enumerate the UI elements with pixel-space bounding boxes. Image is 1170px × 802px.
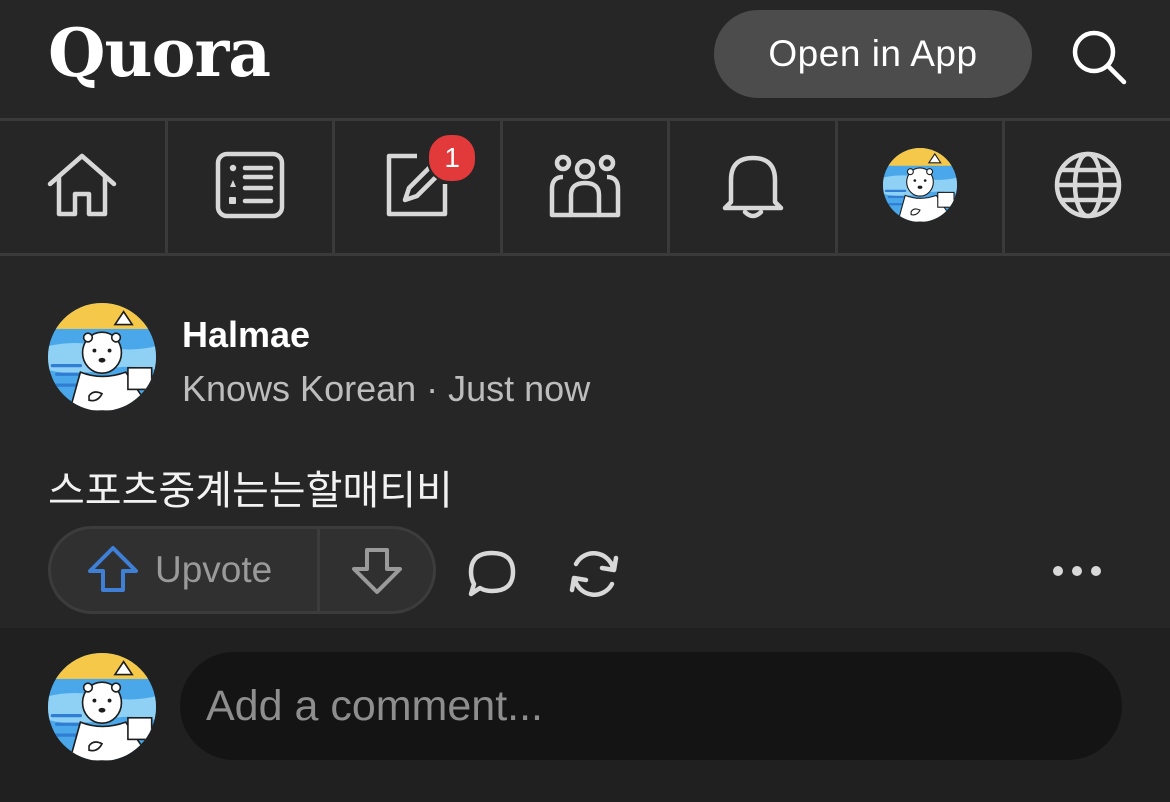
tab-following[interactable] bbox=[168, 121, 336, 253]
comment-composer bbox=[0, 628, 1170, 802]
notification-badge: 1 bbox=[427, 133, 478, 183]
downvote-arrow-icon bbox=[351, 547, 403, 600]
globe-icon bbox=[1053, 150, 1123, 225]
home-icon bbox=[45, 152, 119, 223]
search-icon[interactable] bbox=[1068, 26, 1130, 88]
tab-spaces[interactable] bbox=[503, 121, 671, 253]
open-in-app-button[interactable]: Open in App bbox=[714, 10, 1032, 98]
commenter-avatar bbox=[48, 653, 156, 761]
author-credential-timestamp: Knows Korean · Just now bbox=[182, 368, 591, 409]
tab-home[interactable] bbox=[0, 121, 168, 253]
nav-tab-bar: 1 bbox=[0, 118, 1170, 256]
following-list-icon bbox=[215, 151, 285, 224]
upvote-arrow-icon bbox=[87, 545, 139, 598]
vote-controls: Upvote bbox=[48, 526, 436, 614]
quora-logo[interactable]: Quora bbox=[48, 14, 271, 92]
more-options-icon[interactable] bbox=[1050, 556, 1104, 586]
tab-answer[interactable]: 1 bbox=[335, 121, 503, 253]
share-icon[interactable] bbox=[566, 546, 622, 602]
vote-divider bbox=[317, 529, 320, 611]
tab-profile[interactable] bbox=[838, 121, 1006, 253]
bell-icon bbox=[719, 150, 787, 225]
author-name[interactable]: Halmae bbox=[182, 314, 310, 356]
post-body-text: 스포츠중계는는할매티비 bbox=[48, 468, 453, 514]
tab-languages[interactable] bbox=[1005, 121, 1170, 253]
tab-notifications[interactable] bbox=[670, 121, 838, 253]
profile-avatar bbox=[883, 148, 957, 227]
downvote-button[interactable] bbox=[321, 529, 433, 611]
spaces-people-icon bbox=[549, 151, 621, 224]
upvote-label: Upvote bbox=[155, 549, 273, 590]
upvote-button[interactable]: Upvote bbox=[51, 529, 319, 611]
comment-bubble-icon[interactable] bbox=[466, 548, 518, 600]
top-bar: Quora Open in App bbox=[0, 0, 1170, 118]
comment-input[interactable] bbox=[180, 652, 1122, 760]
post-card: Halmae Knows Korean · Just now 스포츠중계는는할매… bbox=[0, 256, 1170, 628]
author-avatar[interactable] bbox=[48, 303, 156, 411]
